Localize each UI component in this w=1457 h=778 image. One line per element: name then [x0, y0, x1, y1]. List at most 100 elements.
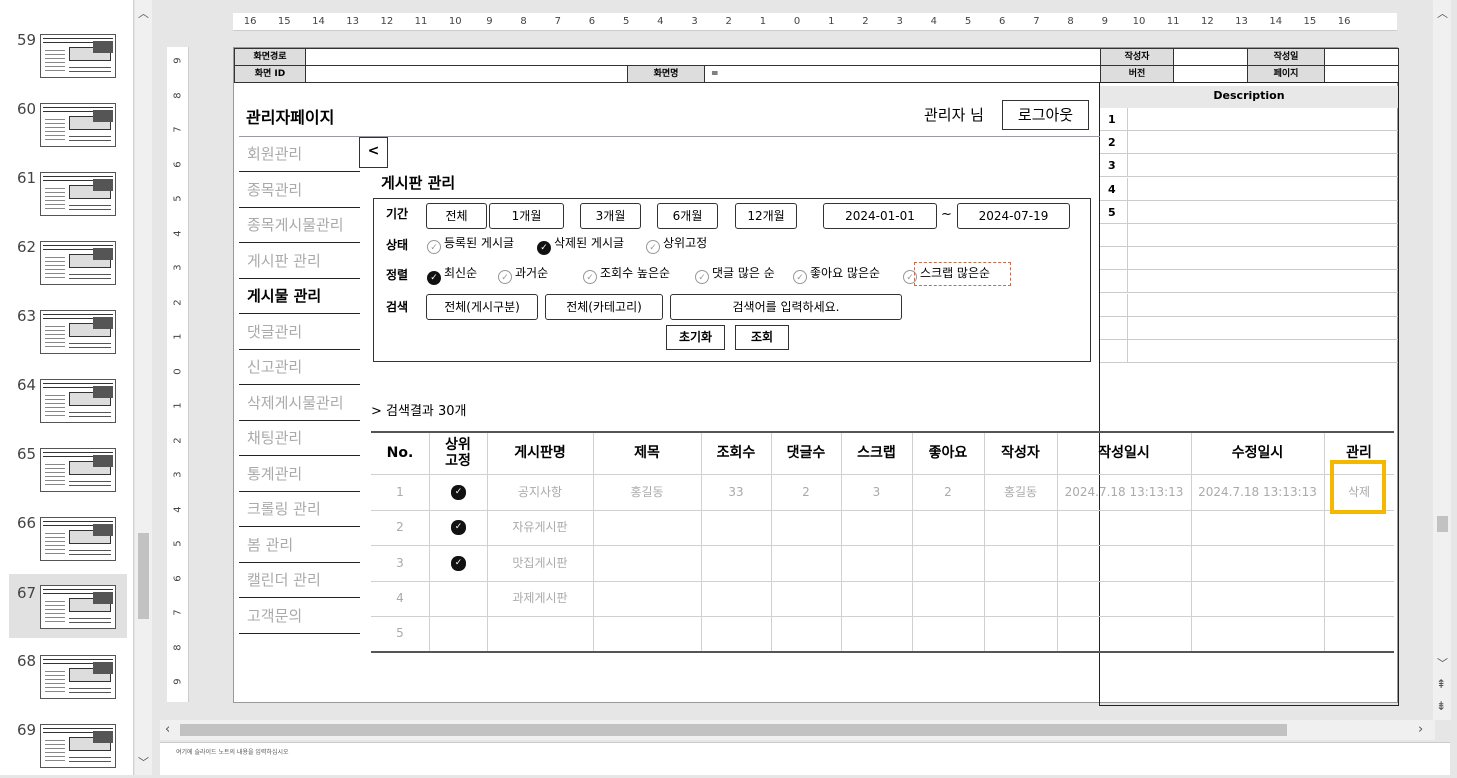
scroll-left-icon[interactable]: ‹ — [165, 723, 170, 736]
scroll-right-icon[interactable]: › — [1418, 723, 1423, 736]
slide-preview[interactable] — [40, 655, 116, 699]
radio-option[interactable]: ✓ 댓글 많은 순 — [695, 264, 775, 284]
horizontal-scrollbar[interactable]: ‹ › — [160, 720, 1435, 740]
query-button[interactable]: 조회 — [735, 325, 789, 350]
period-button[interactable]: 3개월 — [580, 203, 641, 229]
horizontal-scroll-thumb[interactable] — [180, 724, 1287, 736]
radio-option[interactable]: ✓ 최신순 — [427, 264, 477, 285]
category-select[interactable]: 전체(카테고리) — [545, 294, 663, 320]
notes-pane[interactable]: 여기에 슬라이드 노트의 내용을 입력하십시오 — [160, 742, 1450, 775]
unchecked-circle-icon: ✓ — [498, 270, 512, 284]
table-cell: 3 — [396, 555, 404, 570]
slide-preview[interactable] — [40, 448, 116, 492]
description-row — [1100, 224, 1398, 247]
delete-button[interactable] — [1324, 510, 1394, 545]
slide-preview[interactable] — [40, 241, 116, 285]
slide-preview[interactable] — [40, 172, 116, 216]
ruler-tick-label: 2 — [172, 436, 184, 444]
delete-button[interactable] — [1324, 546, 1394, 581]
period-button[interactable]: 12개월 — [735, 203, 797, 229]
scroll-down-icon[interactable]: ﹀ — [138, 757, 149, 768]
slide-thumbnail[interactable]: 61 — [9, 166, 127, 226]
radio-option[interactable]: ✓ 삭제된 게시글 — [537, 234, 624, 255]
slide-preview[interactable] — [40, 103, 116, 147]
slide-thumbnail[interactable]: 63 — [9, 304, 127, 364]
table-cell — [1191, 581, 1324, 616]
slide-thumbnail[interactable]: 59 — [9, 28, 127, 88]
ruler-tick-label: 3 — [691, 16, 698, 27]
slide-preview[interactable] — [40, 517, 116, 561]
sidebar-item[interactable]: 신고관리 — [239, 350, 360, 385]
sidebar-item[interactable]: 캘린더 관리 — [239, 563, 360, 598]
sidebar-item[interactable]: 회원관리 — [239, 137, 360, 172]
slide-preview[interactable] — [40, 724, 116, 768]
collapse-sidebar-button[interactable]: < — [359, 137, 388, 168]
slide-preview[interactable] — [40, 379, 116, 423]
thumbnail-scroll-thumb[interactable] — [138, 533, 149, 619]
sidebar-item[interactable]: 게시물 관리 — [239, 279, 360, 314]
sidebar-item[interactable]: 종목게시물관리 — [239, 208, 360, 243]
date-from-input[interactable]: 2024-01-01 — [823, 203, 937, 229]
description-row — [1100, 270, 1398, 294]
section-title: 게시판 관리 — [381, 174, 456, 192]
sidebar-item[interactable]: 크롤링 관리 — [239, 492, 360, 527]
table-cell: 과제게시판 — [512, 590, 568, 605]
vertical-ruler[interactable]: 9 8 7 6 5 4 3 2 1 0 1 2 3 4 5 6 7 8 9 — [167, 47, 189, 702]
radio-option[interactable]: ✓ 좋아요 많은순 — [793, 264, 880, 284]
slide-canvas[interactable]: 화면경로 화면 ID 화면명 = 작성자 작성일 버전 페이지 Descript… — [233, 47, 1399, 706]
board-type-select[interactable]: 전체(게시구분) — [426, 294, 538, 320]
search-input[interactable]: 검색어를 입력하세요. — [670, 294, 902, 320]
sidebar-item[interactable]: 통계관리 — [239, 457, 360, 492]
previous-slide-icon[interactable]: ⇞ — [1436, 678, 1446, 690]
thumbnail-scrollbar[interactable]: ︿ ﹀ — [135, 0, 152, 775]
scroll-up-icon[interactable]: ︿ — [1437, 8, 1448, 19]
ruler-tick-label: 1 — [759, 16, 767, 27]
table-cell: 맛집게시판 — [512, 555, 568, 570]
sidebar-item[interactable]: 게시판 관리 — [239, 244, 360, 279]
vertical-scrollbar[interactable]: ︿ ﹀ ⇞ ⇟ — [1433, 0, 1451, 720]
table-header-cell: 조회수 — [716, 444, 756, 461]
period-button[interactable]: 6개월 — [657, 203, 718, 229]
sidebar-item[interactable]: 채팅관리 — [239, 421, 360, 456]
sidebar-item[interactable]: 삭제게시물관리 — [239, 386, 360, 421]
ruler-tick-label: 14 — [1269, 16, 1283, 27]
next-slide-icon[interactable]: ⇟ — [1436, 700, 1446, 712]
column-divider — [701, 433, 702, 651]
sidebar-item[interactable]: 댓글관리 — [239, 315, 360, 350]
sidebar-item[interactable]: 고객문의 — [239, 599, 360, 634]
horizontal-ruler[interactable]: 16 15 14 13 12 11 10 9 8 7 6 5 4 3 2 1 0 1 2 3 4 5 6 7 8 9 10 11 12 1… — [233, 13, 1397, 31]
table-cell — [593, 616, 701, 651]
slide-thumbnail[interactable]: 62 — [9, 235, 127, 295]
radio-label: 삭제된 게시글 — [554, 236, 625, 250]
period-button[interactable]: 전체 — [426, 203, 487, 229]
slide-thumbnail[interactable]: 60 — [9, 97, 127, 157]
slide-preview[interactable] — [40, 34, 116, 78]
reset-button[interactable]: 초기화 — [666, 325, 725, 350]
delete-button[interactable] — [1324, 616, 1394, 651]
sidebar-item[interactable]: 봄 관리 — [239, 528, 360, 563]
radio-option[interactable]: ✓ 상위고정 — [646, 234, 707, 254]
table-cell: 2 — [802, 485, 810, 499]
logout-button[interactable]: 로그아웃 — [1002, 100, 1089, 130]
radio-option[interactable]: ✓ 과거순 — [498, 264, 548, 284]
radio-option[interactable]: ✓ 조회수 높은순 — [583, 264, 670, 284]
slide-thumbnail[interactable]: 67 — [9, 574, 127, 638]
slide-thumbnail[interactable]: 66 — [9, 511, 127, 571]
vertical-scroll-thumb[interactable] — [1437, 516, 1448, 532]
sidebar-item[interactable]: 종목관리 — [239, 173, 360, 208]
date-to-input[interactable]: 2024-07-19 — [957, 203, 1070, 229]
radio-option[interactable]: ✓ 등록된 게시글 — [427, 234, 514, 254]
slide-thumbnail[interactable]: 68 — [9, 649, 127, 709]
slide-preview[interactable] — [40, 585, 116, 629]
period-button[interactable]: 1개월 — [489, 203, 564, 229]
column-divider — [1191, 433, 1192, 651]
scroll-down-icon[interactable]: ﹀ — [1437, 658, 1448, 669]
slide-thumbnail[interactable]: 64 — [9, 373, 127, 433]
slide-thumbnail[interactable]: 69 — [9, 718, 127, 778]
slide-preview[interactable] — [40, 310, 116, 354]
scroll-up-icon[interactable]: ︿ — [138, 8, 149, 19]
slide-thumbnail[interactable]: 65 — [9, 442, 127, 502]
delete-button[interactable] — [1324, 581, 1394, 616]
description-row — [1100, 247, 1398, 271]
table-bottom-border — [371, 651, 1394, 653]
